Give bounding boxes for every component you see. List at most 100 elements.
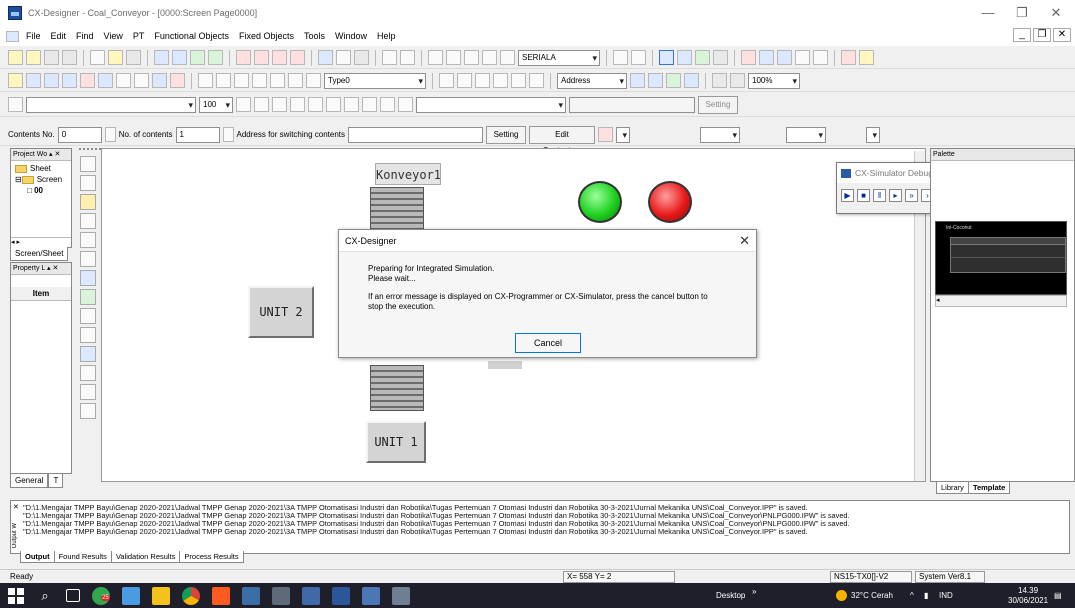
contents-select-c[interactable] <box>786 126 827 143</box>
cx-programmer-icon[interactable] <box>392 586 410 605</box>
search-object-icon[interactable] <box>666 73 681 88</box>
new-screen-icon[interactable] <box>90 50 105 65</box>
delete-object-icon[interactable] <box>290 50 305 65</box>
page-icon[interactable] <box>336 50 351 65</box>
delete-icon[interactable] <box>482 50 497 65</box>
mdi-restore-button[interactable]: ❐ <box>1033 28 1051 42</box>
copy-screen-icon[interactable] <box>154 50 169 65</box>
desktop-chevron[interactable]: » <box>752 579 756 604</box>
page-tool-icon[interactable] <box>80 384 96 400</box>
menu-fixed-objects[interactable]: Fixed Objects <box>234 31 299 41</box>
serial-port-select[interactable]: SERIALA <box>518 49 600 66</box>
word-icon[interactable] <box>332 586 350 605</box>
unit1-button[interactable]: UNIT 1 <box>366 421 426 463</box>
search-icon[interactable]: ⌕ <box>36 587 54 605</box>
weather-label[interactable]: 32°C Cerah <box>851 583 893 608</box>
close-button[interactable]: ✕ <box>1039 3 1073 23</box>
find-icon[interactable] <box>613 50 628 65</box>
menu-view[interactable]: View <box>99 31 128 41</box>
file-explorer-icon[interactable] <box>122 586 140 605</box>
transfer-icon[interactable] <box>190 50 205 65</box>
cx-simulator-icon[interactable] <box>362 586 380 605</box>
broken-line-tool-icon[interactable] <box>80 289 96 305</box>
polyline-icon[interactable] <box>252 73 267 88</box>
page-base-icon[interactable] <box>475 73 490 88</box>
language-indicator[interactable]: IND <box>939 583 953 608</box>
properties-icon[interactable] <box>684 73 699 88</box>
object-icon[interactable] <box>80 73 95 88</box>
undo-icon[interactable] <box>382 50 397 65</box>
font-size-stepper[interactable] <box>236 97 251 112</box>
transfer-from-icon[interactable] <box>208 50 223 65</box>
msb-icon[interactable] <box>457 73 472 88</box>
edit-contents-button[interactable]: Edit Contents... <box>529 125 596 155</box>
weather-icon[interactable] <box>836 583 847 608</box>
settings-icon[interactable] <box>813 50 828 65</box>
cx-designer-icon[interactable] <box>302 586 320 605</box>
align-left-icon[interactable] <box>254 97 269 112</box>
tool-icon[interactable] <box>741 50 756 65</box>
tab-general[interactable]: General <box>10 474 49 488</box>
pan-left-icon[interactable] <box>511 73 526 88</box>
menu-window[interactable]: Window <box>330 31 372 41</box>
open-screen-icon[interactable] <box>108 50 123 65</box>
view-icon[interactable] <box>152 73 167 88</box>
setting-button-disabled[interactable]: Setting <box>698 95 738 114</box>
conveyor-top[interactable] <box>370 187 424 232</box>
tree-scrollbar[interactable]: ◂ ▸ <box>11 237 71 247</box>
zoom-select[interactable]: 100% <box>748 72 800 89</box>
bar-graph-tool-icon[interactable] <box>80 346 96 362</box>
numeral-tool-icon[interactable] <box>80 213 96 229</box>
menu-edit[interactable]: Edit <box>46 31 72 41</box>
test-icon[interactable] <box>677 50 692 65</box>
save-icon[interactable] <box>44 50 59 65</box>
paste-object-icon[interactable] <box>272 50 287 65</box>
tab-output[interactable]: Output <box>20 551 55 563</box>
tab-screen-sheet[interactable]: Screen/Sheet <box>10 247 69 261</box>
text-field[interactable] <box>569 96 695 113</box>
sim-stop-icon[interactable]: ■ <box>857 189 870 202</box>
chinese-char-icon[interactable] <box>500 50 515 65</box>
menu-help[interactable]: Help <box>372 31 401 41</box>
tree-screen[interactable]: ⊟ Screen <box>15 174 71 185</box>
tab-template[interactable]: Template <box>967 482 1011 494</box>
whatsapp-icon[interactable]: 25 <box>92 586 110 605</box>
green-lamp[interactable] <box>578 181 622 223</box>
tab-process-results[interactable]: Process Results <box>179 551 244 563</box>
address-select[interactable]: Address <box>557 72 627 89</box>
toggle-tool-icon[interactable] <box>80 194 96 210</box>
tab-t[interactable]: T <box>48 474 64 488</box>
open-project-icon[interactable] <box>26 50 41 65</box>
output-close-icon[interactable]: ✕ <box>13 503 19 511</box>
cut-object-icon[interactable] <box>236 50 251 65</box>
sim-run-icon[interactable]: ▶ <box>841 189 854 202</box>
redo-icon[interactable] <box>400 50 415 65</box>
mdi-minimize-button[interactable]: _ <box>1013 28 1031 42</box>
menu-tools[interactable]: Tools <box>299 31 330 41</box>
no-of-contents-input[interactable]: 1 <box>175 126 220 143</box>
notification-icon[interactable]: ▤ <box>1054 583 1062 608</box>
bold-icon[interactable] <box>272 97 287 112</box>
valign-top-icon[interactable] <box>362 97 377 112</box>
simulation-icon[interactable] <box>659 50 674 65</box>
menu-file[interactable]: File <box>21 31 46 41</box>
cx-app-icon[interactable] <box>272 586 290 605</box>
task-view-icon[interactable] <box>66 589 80 602</box>
maximize-button[interactable]: ❐ <box>1005 3 1039 23</box>
layout-icon[interactable] <box>116 73 131 88</box>
menu-functional-objects[interactable]: Functional Objects <box>149 31 234 41</box>
contents-no-stepper[interactable] <box>104 127 116 142</box>
chrome-icon[interactable] <box>182 586 200 605</box>
type-select[interactable]: Type0 <box>324 72 426 89</box>
palette-hscrollbar[interactable]: ◂ <box>935 295 1067 307</box>
contents-no-input[interactable]: 0 <box>57 126 102 143</box>
command-tool-icon[interactable] <box>80 403 96 419</box>
line-icon[interactable] <box>234 73 249 88</box>
powerpoint-icon[interactable] <box>212 586 230 605</box>
align-text-center-icon[interactable] <box>326 97 341 112</box>
cut-icon[interactable] <box>428 50 443 65</box>
eraser-icon[interactable] <box>598 127 614 142</box>
align-text-right-icon[interactable] <box>344 97 359 112</box>
clock[interactable]: 14.39 30/06/2021 <box>1008 586 1048 606</box>
print-icon[interactable] <box>354 50 369 65</box>
